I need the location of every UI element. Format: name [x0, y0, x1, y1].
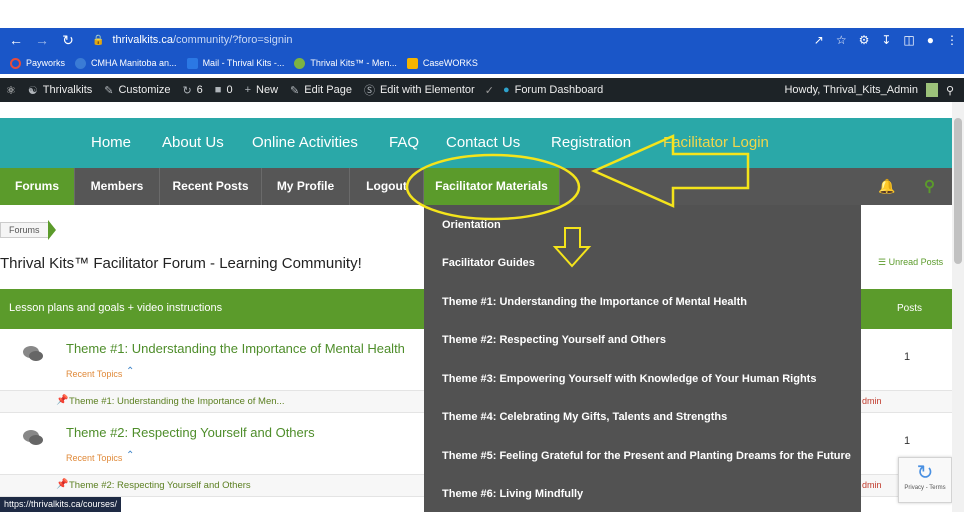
scrollbar-thumb[interactable]	[954, 118, 962, 264]
page-scrollbar[interactable]	[952, 102, 964, 512]
annotation-overlay	[405, 134, 750, 268]
recaptcha-icon: ↻	[916, 462, 934, 484]
pointer-arrow-left-icon	[590, 134, 750, 208]
status-bar-url: https://thrivalkits.ca/courses/	[0, 497, 122, 512]
pointer-arrow-down-icon	[552, 227, 592, 268]
highlight-ellipse	[405, 153, 581, 221]
recaptcha-badge[interactable]: ↻ Privacy - Terms	[898, 457, 952, 503]
